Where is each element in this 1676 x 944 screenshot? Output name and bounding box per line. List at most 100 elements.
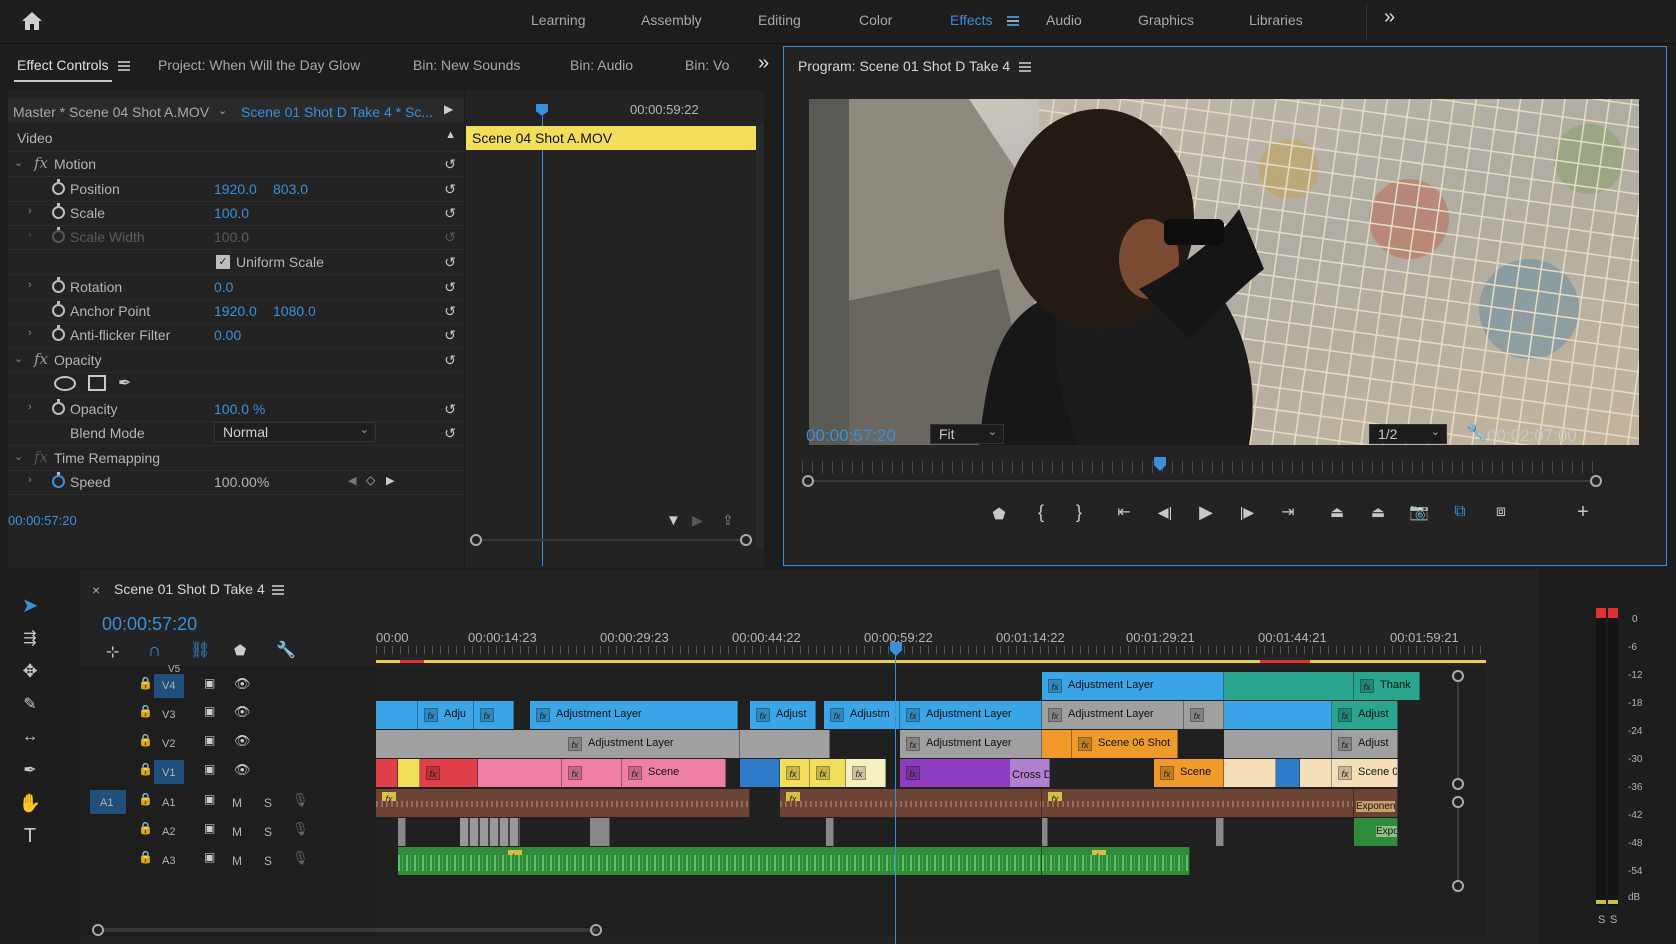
chevron-right-icon[interactable]: › <box>28 205 32 217</box>
mic-icon[interactable]: 🎙 <box>292 850 309 866</box>
mark-in-icon[interactable]: { <box>1028 499 1054 525</box>
close-sequence-icon[interactable]: × <box>92 582 100 598</box>
ec-scrollbar[interactable] <box>756 126 764 546</box>
audio-clip[interactable] <box>460 818 520 846</box>
chevron-right-icon[interactable]: › <box>28 279 32 291</box>
audio-clip[interactable] <box>826 818 834 846</box>
linked-selection-icon[interactable]: ⛓ <box>190 640 210 660</box>
reset-icon[interactable]: ↺ <box>444 205 456 222</box>
stopwatch-icon[interactable] <box>52 203 65 219</box>
clip-scene[interactable]: fx Scene <box>622 759 726 787</box>
audio-clip[interactable] <box>398 818 406 846</box>
motion-effect-row[interactable]: ⌄ fx Motion ↺ <box>8 151 464 177</box>
clip-adjustment[interactable] <box>1224 701 1332 729</box>
extract-icon[interactable]: ⏏ <box>1365 499 1391 525</box>
ellipse-mask-icon[interactable] <box>54 376 76 391</box>
clip-teal[interactable] <box>1224 672 1354 700</box>
clip-yellow[interactable] <box>398 759 420 787</box>
eye-icon[interactable]: 👁 <box>234 704 251 720</box>
go-to-in-icon[interactable]: ⇤ <box>1111 499 1137 525</box>
workspace-tab-color[interactable]: Color <box>859 12 892 28</box>
clip-adjustment[interactable]: fx <box>474 701 514 729</box>
lift-icon[interactable]: ⏏ <box>1324 499 1350 525</box>
slip-icon[interactable]: ↔ <box>17 724 43 750</box>
clip-adjust[interactable]: fx Adjust <box>750 701 816 729</box>
multicam-icon[interactable]: ⧈ <box>1488 499 1514 525</box>
lock-icon[interactable]: 🔒 <box>138 704 153 718</box>
program-scrollbar[interactable] <box>802 475 1602 487</box>
clip-grey[interactable] <box>1224 730 1332 758</box>
clip-adjustment-layer[interactable]: fx Adjustment Layer <box>562 730 740 758</box>
play-audio-icon[interactable]: ▶ <box>692 512 703 529</box>
rotation-value[interactable]: 0.0 <box>214 279 233 295</box>
workspace-overflow-button[interactable]: » <box>1384 6 1395 29</box>
opacity-value[interactable]: 100.0 % <box>214 401 265 417</box>
solo-left-button[interactable]: S <box>1598 914 1605 926</box>
uniform-scale-checkbox[interactable]: ✓ <box>216 255 230 269</box>
chevron-right-icon[interactable]: › <box>28 474 32 486</box>
clip-thank[interactable]: fx Thank <box>1354 672 1420 700</box>
marker-icon[interactable]: ⬟ <box>234 642 246 659</box>
add-keyframe-icon[interactable]: ◇ <box>366 473 375 487</box>
tab-bin-vo[interactable]: Bin: Vo <box>685 57 729 73</box>
mute-button[interactable]: M <box>232 825 242 839</box>
position-x-value[interactable]: 1920.0 <box>214 181 257 197</box>
fx-icon[interactable]: fx <box>34 154 48 172</box>
play-only-clip-icon[interactable]: ▶ <box>444 102 453 116</box>
audio-track-scrollbar[interactable] <box>1452 796 1464 892</box>
eye-icon[interactable]: 👁 <box>234 733 251 749</box>
solo-button[interactable]: S <box>264 854 272 868</box>
ripple-edit-icon[interactable]: ✥ <box>17 658 43 684</box>
reset-icon[interactable]: ↺ <box>444 254 456 271</box>
wrench-icon[interactable]: 🔧 <box>276 640 296 660</box>
clip-adju[interactable]: fx Adju <box>418 701 474 729</box>
reset-icon[interactable]: ↺ <box>444 401 456 418</box>
reset-icon[interactable]: ↺ <box>444 303 456 320</box>
audio-clip[interactable]: fx <box>1042 847 1190 875</box>
chevron-down-icon[interactable]: ⌄ <box>14 450 23 463</box>
reset-icon[interactable]: ↺ <box>444 181 456 198</box>
workspace-tab-graphics[interactable]: Graphics <box>1138 12 1194 28</box>
clip-blue[interactable] <box>1276 759 1300 787</box>
track-select-icon[interactable]: ⇶ <box>17 625 43 651</box>
mark-out-icon[interactable]: } <box>1066 499 1092 525</box>
clip-adjust[interactable]: fx Adjust <box>1332 701 1398 729</box>
chevron-down-icon[interactable]: ⌄ <box>14 156 23 169</box>
clip-cream[interactable] <box>1224 759 1276 787</box>
mic-icon[interactable]: 🎙 <box>292 792 309 808</box>
add-button-icon[interactable]: + <box>1570 499 1596 525</box>
tab-bin-new-sounds[interactable]: Bin: New Sounds <box>413 57 520 73</box>
video-track-scrollbar[interactable] <box>1452 670 1464 790</box>
timeline-zoom-scrollbar[interactable] <box>92 924 1448 936</box>
stopwatch-icon[interactable] <box>52 325 65 341</box>
step-forward-icon[interactable]: |▶ <box>1234 499 1260 525</box>
comparison-view-icon[interactable]: ⧉ <box>1447 499 1473 525</box>
tab-effect-controls[interactable]: Effect Controls <box>17 57 109 73</box>
clip-cross-dissolve[interactable]: Cross Di <box>1010 759 1050 787</box>
pen-tool-icon[interactable]: ✒ <box>17 757 43 783</box>
clip-adjustment-layer[interactable]: fx Adjustment Layer <box>900 730 1042 758</box>
workspace-tab-assembly[interactable]: Assembly <box>641 12 702 28</box>
panel-menu-icon[interactable] <box>118 61 130 71</box>
clip-bar[interactable]: Scene 04 Shot A.MOV <box>466 126 756 150</box>
time-remapping-row[interactable]: ⌄ fx Time Remapping <box>8 445 464 471</box>
reset-icon[interactable]: ↺ <box>444 156 456 173</box>
mic-icon[interactable]: 🎙 <box>292 821 309 837</box>
clip-adjustment-layer[interactable]: fx Adjustment Layer <box>530 701 738 729</box>
clip-selected[interactable]: fx <box>846 759 886 787</box>
clip-red[interactable]: fx <box>420 759 478 787</box>
audio-clip[interactable]: fx <box>780 789 1042 817</box>
sync-lock-icon[interactable]: ▣ <box>204 733 215 747</box>
eye-icon[interactable]: 👁 <box>234 676 251 692</box>
sync-lock-icon[interactable]: ▣ <box>204 704 215 718</box>
eye-icon[interactable]: 👁 <box>234 762 251 778</box>
go-to-out-icon[interactable]: ⇥ <box>1275 499 1301 525</box>
selection-tool-icon[interactable]: ➤ <box>17 592 43 618</box>
stopwatch-icon[interactable] <box>52 399 65 415</box>
next-keyframe-icon[interactable]: ▶ <box>386 474 394 487</box>
rect-mask-icon[interactable] <box>88 375 106 391</box>
chevron-down-icon[interactable]: ⌄ <box>14 352 23 365</box>
clip-orange[interactable] <box>1042 730 1072 758</box>
workspace-tab-audio[interactable]: Audio <box>1046 12 1082 28</box>
lock-icon[interactable]: 🔒 <box>138 821 153 835</box>
